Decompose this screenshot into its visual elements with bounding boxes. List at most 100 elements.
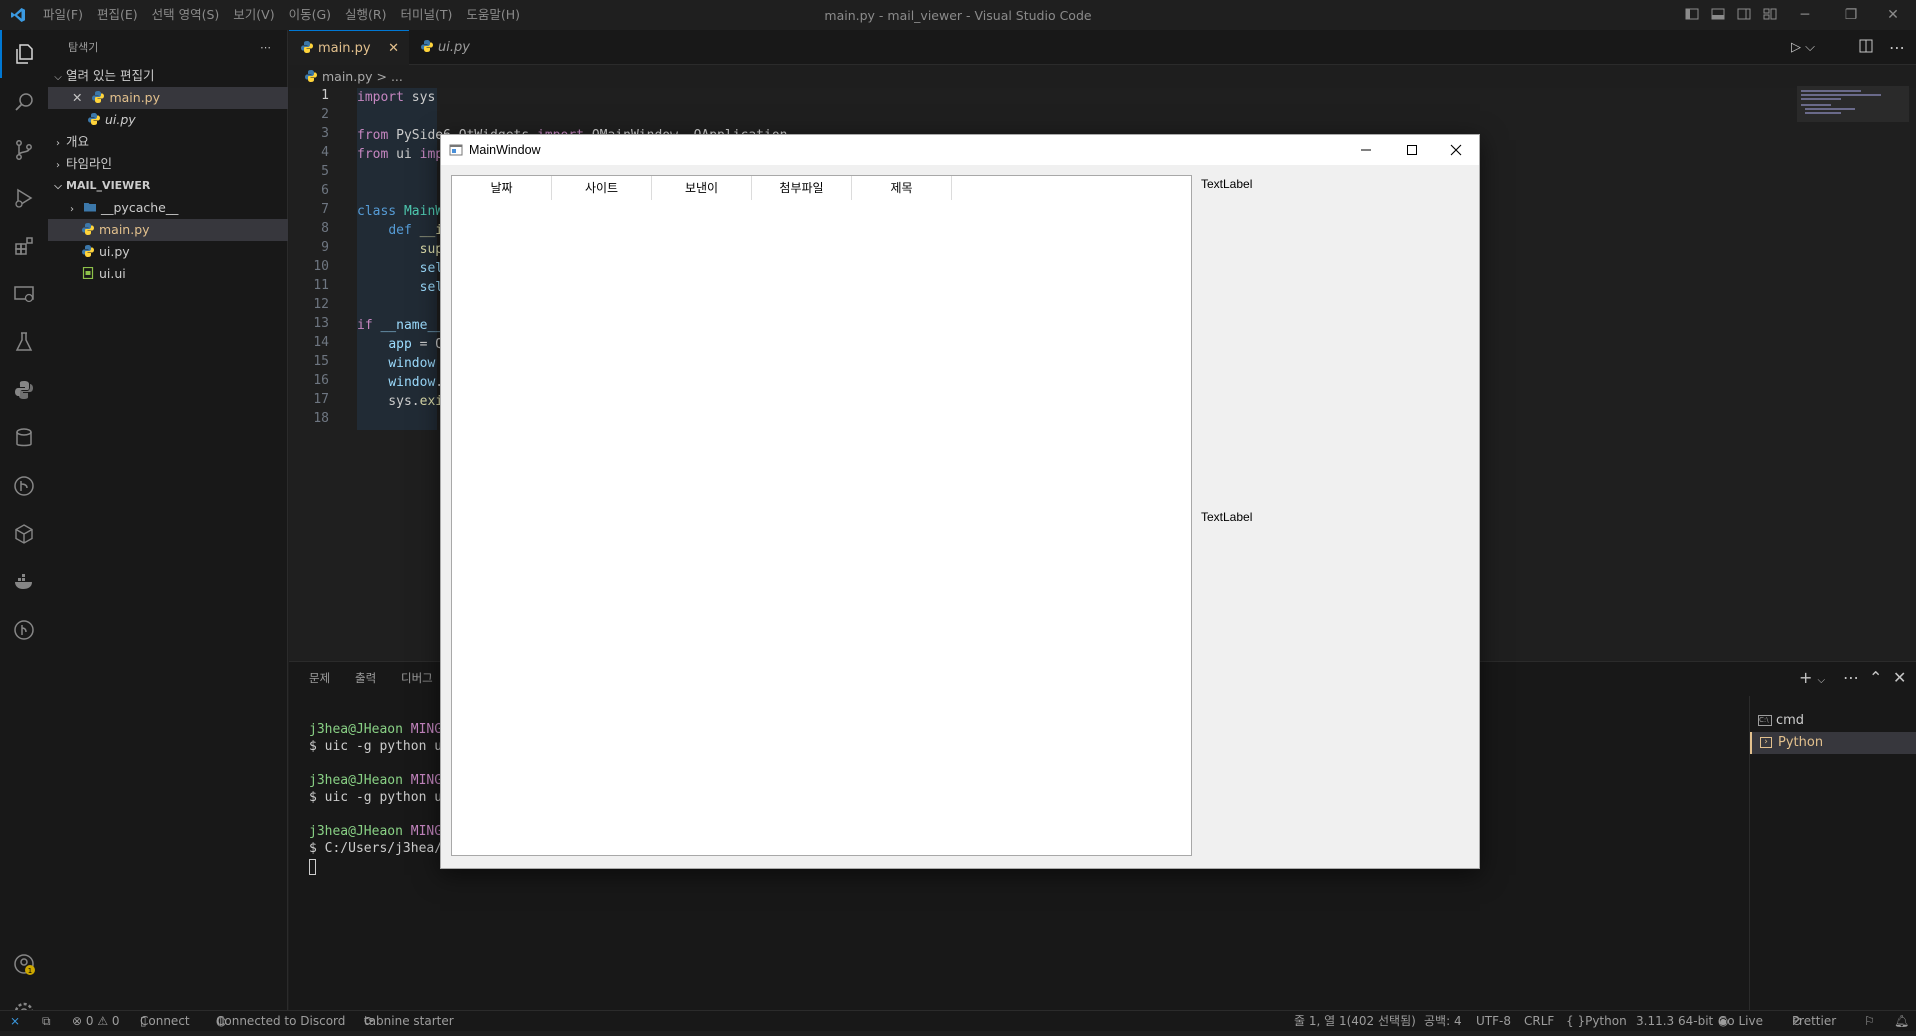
column-header-site[interactable]: 사이트 xyxy=(552,176,652,200)
open-editors-section[interactable]: ⌵ 열려 있는 편집기 xyxy=(48,65,288,87)
search-icon[interactable] xyxy=(0,78,48,126)
new-terminal-icon[interactable]: + ⌵ xyxy=(1799,668,1825,687)
split-editor-icon[interactable] xyxy=(1859,38,1873,57)
timeline-section[interactable]: › 타임라인 xyxy=(48,153,288,175)
gitlens-icon[interactable] xyxy=(0,606,48,654)
close-editor-icon[interactable]: ✕ xyxy=(72,90,82,105)
chevron-right-icon: › xyxy=(56,160,60,171)
problems-status[interactable]: ⊗ 0 ⚠ 0 xyxy=(72,1011,120,1032)
python-file-icon xyxy=(301,41,313,53)
line-number: 14 xyxy=(313,335,329,350)
line-number: 12 xyxy=(313,297,329,312)
panel-more-icon[interactable]: ⋯ xyxy=(1843,668,1859,687)
line-number: 17 xyxy=(313,392,329,407)
language-mode[interactable]: { } Python xyxy=(1566,1011,1627,1032)
run-file-icon[interactable]: ▷ ⌵ xyxy=(1791,40,1815,55)
line-number: 1 xyxy=(321,88,329,103)
line-number: 16 xyxy=(313,373,329,388)
end-of-line[interactable]: CRLF xyxy=(1524,1011,1554,1032)
extensions-icon[interactable] xyxy=(0,222,48,270)
column-header-attachment[interactable]: 첨부파일 xyxy=(752,176,852,200)
minimap[interactable] xyxy=(1797,86,1909,122)
qt-title-bar: MainWindow xyxy=(441,135,1479,165)
cursor-position[interactable]: 줄 1, 열 1(402 선택됨) xyxy=(1294,1011,1416,1032)
outline-section[interactable]: › 개요 xyxy=(48,131,288,153)
open-editor-main-py[interactable]: ✕ main.py xyxy=(48,87,288,109)
menu-selection[interactable]: 선택 영역(S) xyxy=(145,0,227,30)
file-main-py[interactable]: main.py xyxy=(48,219,288,241)
close-icon[interactable]: ✕ xyxy=(1870,0,1916,30)
menu-help[interactable]: 도움말(H) xyxy=(459,0,527,30)
text-label-bottom: TextLabel xyxy=(1201,510,1253,524)
qt-maximize-icon[interactable] xyxy=(1389,135,1435,165)
terminal-item-python[interactable]: › Python xyxy=(1750,732,1916,754)
terminal-item-cmd[interactable]: C:\ cmd xyxy=(1750,710,1916,732)
testing-icon[interactable] xyxy=(0,318,48,366)
status-bar: ⨯ ⧉ ⊗ 0 ⚠ 0 ▯ Connect ◍ Connected to Dis… xyxy=(0,1010,1916,1031)
remote-explorer-icon[interactable] xyxy=(0,270,48,318)
editor-tabs: main.py ✕ ui.py ▷ ⌵ ⋯ xyxy=(289,30,1916,65)
tab-output[interactable]: 출력 xyxy=(355,670,376,686)
customize-layout-icon[interactable] xyxy=(1762,6,1778,22)
column-header-sender[interactable]: 보낸이 xyxy=(652,176,752,200)
line-number: 8 xyxy=(321,221,329,236)
qt-window-title: MainWindow xyxy=(469,143,541,157)
menu-view[interactable]: 보기(V) xyxy=(226,0,281,30)
line-number: 15 xyxy=(313,354,329,369)
file-ui-py[interactable]: ui.py xyxy=(48,241,288,263)
feedback-icon[interactable]: ⚐ xyxy=(1864,1011,1875,1032)
line-number: 9 xyxy=(321,240,329,255)
vscode-logo-icon xyxy=(0,0,36,30)
remote-icon[interactable]: ⨯ xyxy=(0,1011,30,1032)
column-header-subject[interactable]: 제목 xyxy=(852,176,952,200)
toggle-sidebar-icon[interactable] xyxy=(1684,6,1700,22)
menu-go[interactable]: 이동(G) xyxy=(282,0,338,30)
menu-file[interactable]: 파일(F) xyxy=(36,0,90,30)
git-graph-icon[interactable] xyxy=(0,462,48,510)
menu-bar: 파일(F) 편집(E) 선택 영역(S) 보기(V) 이동(G) 실행(R) 터… xyxy=(36,0,527,30)
minimize-icon[interactable]: ─ xyxy=(1782,0,1828,30)
tab-ui-py[interactable]: ui.py xyxy=(409,30,519,65)
menu-run[interactable]: 실행(R) xyxy=(338,0,393,30)
menu-edit[interactable]: 편집(E) xyxy=(90,0,145,30)
docker-icon[interactable] xyxy=(0,558,48,606)
close-tab-icon[interactable]: ✕ xyxy=(388,31,399,66)
tab-problems[interactable]: 문제 xyxy=(309,670,330,686)
more-actions-icon[interactable]: ⋯ xyxy=(260,30,271,65)
tab-main-py[interactable]: main.py ✕ xyxy=(289,30,409,65)
file-ui-ui[interactable]: ui.ui xyxy=(48,263,288,285)
column-header-date[interactable]: 날짜 xyxy=(452,176,552,200)
open-editor-ui-py[interactable]: ui.py xyxy=(48,109,288,131)
indentation[interactable]: 공백: 4 xyxy=(1424,1011,1462,1032)
encoding[interactable]: UTF-8 xyxy=(1476,1011,1511,1032)
explorer-icon[interactable] xyxy=(0,30,48,78)
python-file-icon xyxy=(82,223,94,235)
mail-table[interactable]: 날짜 사이트 보낸이 첨부파일 제목 xyxy=(451,175,1192,856)
ports-icon[interactable]: ⧉ xyxy=(42,1011,51,1032)
run-debug-icon[interactable] xyxy=(0,174,48,222)
notifications-bell-icon[interactable]: 🔔︎ xyxy=(1894,1011,1909,1032)
line-number: 11 xyxy=(313,278,329,293)
restore-icon[interactable]: ❐ xyxy=(1828,0,1874,30)
layout-controls xyxy=(1684,6,1778,22)
project-section[interactable]: ⌵ MAIL_VIEWER xyxy=(48,175,288,197)
activity-bar: 1 xyxy=(0,30,48,1022)
maximize-panel-icon[interactable]: ⌃ xyxy=(1869,668,1882,687)
python-interpreter[interactable]: 3.11.3 64-bit xyxy=(1636,1011,1713,1032)
source-control-icon[interactable] xyxy=(0,126,48,174)
python-icon[interactable] xyxy=(0,366,48,414)
menu-terminal[interactable]: 터미널(T) xyxy=(394,0,460,30)
toggle-panel-icon[interactable] xyxy=(1710,6,1726,22)
tab-debug-console[interactable]: 디버그 xyxy=(401,670,433,686)
toggle-secondary-sidebar-icon[interactable] xyxy=(1736,6,1752,22)
account-icon[interactable]: 1 xyxy=(0,940,48,988)
close-panel-icon[interactable]: ✕ xyxy=(1893,668,1906,687)
qt-close-icon[interactable] xyxy=(1433,135,1479,165)
ui-file-icon xyxy=(82,267,94,279)
editor-more-icon[interactable]: ⋯ xyxy=(1889,38,1905,57)
qt-minimize-icon[interactable] xyxy=(1343,135,1389,165)
database-icon[interactable] xyxy=(0,414,48,462)
chevron-right-icon: › xyxy=(70,204,74,215)
folder-pycache[interactable]: › __pycache__ xyxy=(48,197,288,219)
package-icon[interactable] xyxy=(0,510,48,558)
